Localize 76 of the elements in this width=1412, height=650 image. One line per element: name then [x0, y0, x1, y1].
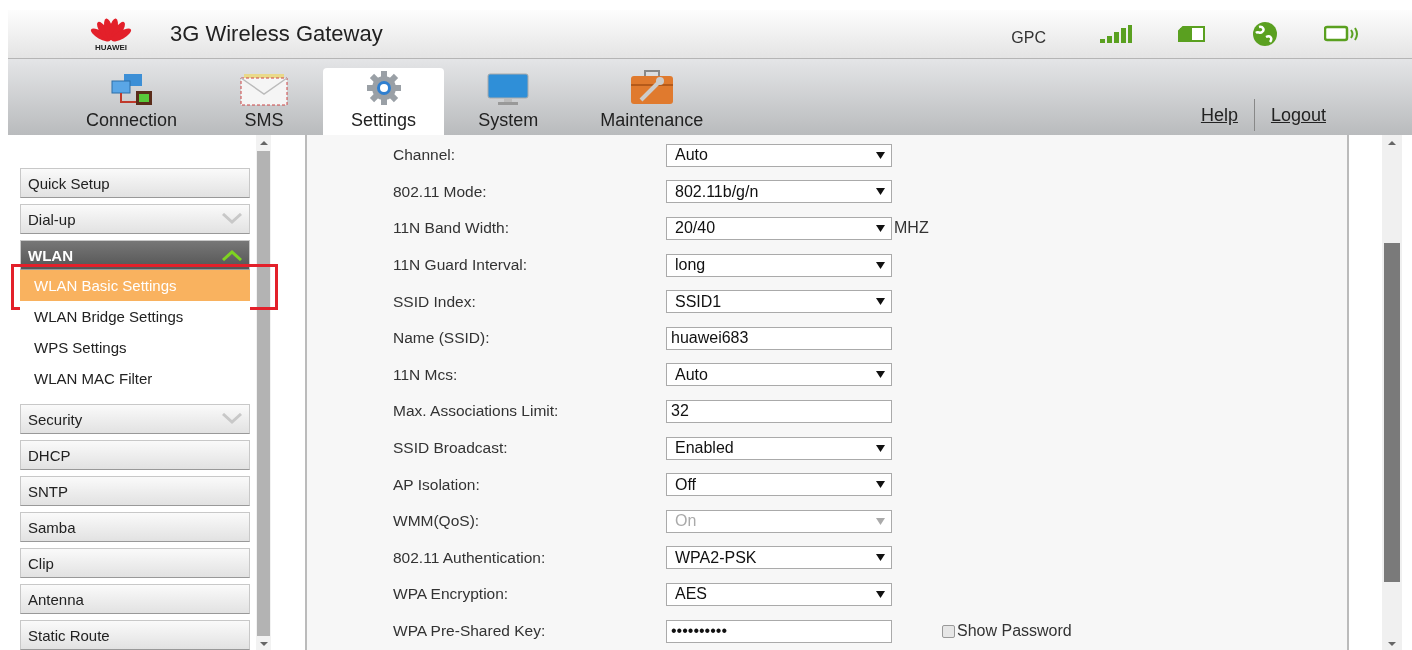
menu-group-label: WLAN	[28, 246, 73, 264]
menu-item[interactable]: Static Route	[20, 620, 250, 650]
nav-tab[interactable]: System	[450, 68, 567, 135]
chevron-up-icon	[221, 249, 243, 261]
field-label: WPA Pre-Shared Key:	[393, 622, 547, 640]
menu-item[interactable]: DHCP	[20, 440, 250, 470]
unit-label: MHZ	[894, 219, 929, 238]
dropdown-field[interactable]: 802.11b/g/n	[666, 180, 892, 204]
field-label: 802.11 Authentication:	[393, 548, 547, 567]
dropdown-field[interactable]: long	[666, 253, 892, 277]
menu-group[interactable]: Security	[20, 404, 250, 434]
menu-item[interactable]: Clip	[20, 548, 250, 578]
dropdown-field[interactable]: AES	[666, 582, 892, 606]
caret-icon	[876, 371, 885, 379]
nav-tab[interactable]: Settings	[323, 68, 445, 135]
sim-card-icon	[1178, 26, 1206, 42]
menu-group-label: Dial-up	[28, 210, 76, 228]
checkbox[interactable]	[942, 624, 955, 638]
field-label: SSID Broadcast:	[393, 439, 509, 458]
logo-text: HUAWEI	[95, 42, 127, 52]
dropdown-field[interactable]: Auto	[666, 363, 892, 387]
input-field[interactable]: ••••••••••	[666, 619, 892, 643]
caret-icon	[876, 481, 885, 489]
chevron-down-icon	[221, 413, 243, 425]
menu-item[interactable]: SNTP	[20, 476, 250, 506]
caret-icon	[876, 590, 885, 598]
field-label: Name (SSID):	[393, 329, 491, 348]
caret-icon	[876, 261, 885, 269]
logo-icon	[90, 16, 132, 43]
nav-link[interactable]: Logout	[1254, 104, 1342, 126]
field-label: Max. Associations Limit:	[393, 402, 560, 421]
scrollbar[interactable]	[256, 135, 271, 650]
menu-group[interactable]: Dial-up	[20, 204, 250, 234]
field-label: WMM(QoS):	[393, 512, 481, 531]
dropdown-field[interactable]: Auto	[666, 143, 892, 167]
caret-icon	[876, 225, 885, 232]
dropdown-field[interactable]: 20/40	[666, 217, 892, 240]
field-label: Channel:	[393, 146, 457, 165]
monitor-icon	[486, 72, 531, 106]
caret-icon	[876, 298, 885, 306]
window-title: 3G Wireless Gateway	[170, 21, 383, 47]
field-label: 11N Band Width:	[393, 219, 511, 238]
input-field[interactable]: 32	[666, 399, 892, 423]
caret-icon	[876, 517, 885, 525]
signal-bars-icon	[1100, 25, 1132, 43]
input-field[interactable]: huawei683	[666, 326, 892, 350]
gear-icon	[365, 70, 402, 106]
nav-tab[interactable]: SMS	[211, 68, 318, 135]
field-label: AP Isolation:	[393, 475, 481, 494]
chevron-down-icon	[221, 213, 243, 225]
caret-icon	[876, 444, 885, 452]
toolbox-icon	[628, 68, 675, 106]
menu-item[interactable]: Antenna	[20, 584, 250, 614]
dropdown-field[interactable]: WPA2-PSK	[666, 546, 892, 570]
caret-icon	[876, 151, 885, 159]
menu-item[interactable]: Samba	[20, 512, 250, 542]
envelope-icon	[239, 72, 290, 106]
nav-link[interactable]: Help	[1184, 104, 1254, 126]
nav-tab[interactable]: Maintenance	[572, 68, 732, 135]
dropdown-field[interactable]: Enabled	[666, 436, 892, 460]
field-label: WPA Encryption:	[393, 585, 510, 604]
globe-icon	[1252, 21, 1278, 47]
caret-icon	[876, 554, 885, 562]
field-label: 11N Guard Interval:	[393, 256, 529, 275]
menu-item[interactable]: Quick Setup	[20, 168, 250, 198]
checkbox-label: Show Password	[957, 622, 1072, 640]
menu-group-label: Security	[28, 410, 83, 428]
dropdown-field[interactable]: SSID1	[666, 290, 892, 314]
nav-tab[interactable]: Connection	[58, 68, 206, 135]
field-label: 11N Mcs:	[393, 365, 459, 384]
operator-name: GPC	[1011, 29, 1046, 47]
scrollbar[interactable]	[1382, 135, 1402, 650]
field-label: SSID Index:	[393, 292, 477, 311]
caret-icon	[876, 188, 885, 196]
field-label: 802.11 Mode:	[393, 182, 488, 201]
dropdown-field[interactable]: Off	[666, 473, 892, 497]
